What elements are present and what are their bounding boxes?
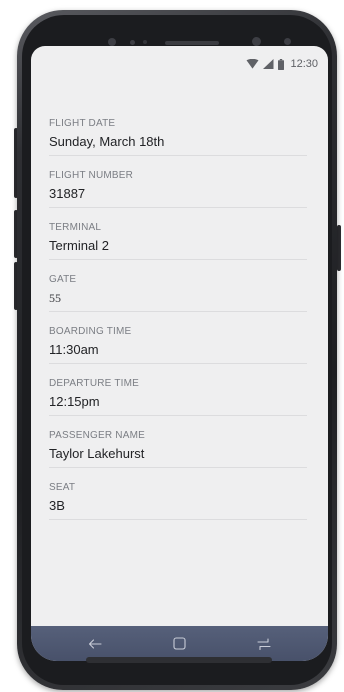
nav-recents-button[interactable] — [244, 630, 284, 658]
front-camera — [252, 37, 261, 46]
field-terminal: TERMINAL Terminal 2 — [49, 208, 307, 260]
home-square-icon — [173, 637, 186, 650]
field-label: GATE — [49, 274, 77, 285]
field-boarding-time: BOARDING TIME 11:30am — [49, 312, 307, 364]
field-value: Terminal 2 — [49, 238, 109, 253]
back-arrow-icon — [89, 638, 102, 649]
status-time: 12:30 — [290, 58, 318, 70]
field-value: Taylor Lakehurst — [49, 446, 145, 461]
field-label: SEAT — [49, 482, 76, 493]
recents-icon — [257, 637, 271, 650]
field-gate: GATE 55 — [49, 260, 307, 312]
field-label: TERMINAL — [49, 222, 102, 233]
field-label: DEPARTURE TIME — [49, 378, 140, 389]
sensor-dot — [143, 40, 147, 44]
iris-sensor — [284, 38, 291, 45]
field-label: FLIGHT NUMBER — [49, 170, 134, 181]
status-icons: 12:30 — [246, 57, 318, 71]
nav-home-button[interactable] — [159, 630, 199, 658]
field-value: 55 — [49, 291, 61, 305]
field-label: PASSENGER NAME — [49, 430, 145, 441]
wifi-icon — [246, 59, 259, 69]
field-departure-time: DEPARTURE TIME 12:15pm — [49, 364, 307, 416]
power-button — [337, 225, 341, 271]
status-bar: 12:30 — [31, 46, 328, 82]
field-label: BOARDING TIME — [49, 326, 132, 337]
screen: 12:30 FLIGHT DATE Sunday, March 18th FLI… — [31, 46, 328, 661]
field-value: Sunday, March 18th — [49, 134, 165, 149]
cell-signal-icon — [263, 59, 274, 69]
sensor-dot — [130, 40, 135, 45]
nav-back-button[interactable] — [75, 630, 115, 658]
flight-details-list: FLIGHT DATE Sunday, March 18th FLIGHT NU… — [49, 104, 307, 520]
field-value: 11:30am — [49, 342, 99, 357]
sensor-dot — [108, 38, 116, 46]
field-value: 31887 — [49, 186, 86, 201]
navigation-bar — [31, 626, 328, 661]
field-label: FLIGHT DATE — [49, 118, 116, 129]
earpiece-speaker — [165, 41, 219, 45]
stage: 12:30 FLIGHT DATE Sunday, March 18th FLI… — [0, 0, 344, 692]
field-passenger-name: PASSENGER NAME Taylor Lakehurst — [49, 416, 307, 468]
field-flight-number: FLIGHT NUMBER 31887 — [49, 156, 307, 208]
bottom-chin-bar — [86, 657, 272, 663]
field-value: 12:15pm — [49, 394, 100, 409]
field-seat: SEAT 3B — [49, 468, 307, 520]
field-value: 3B — [49, 498, 65, 513]
battery-icon — [278, 58, 285, 70]
field-flight-date: FLIGHT DATE Sunday, March 18th — [49, 104, 307, 156]
